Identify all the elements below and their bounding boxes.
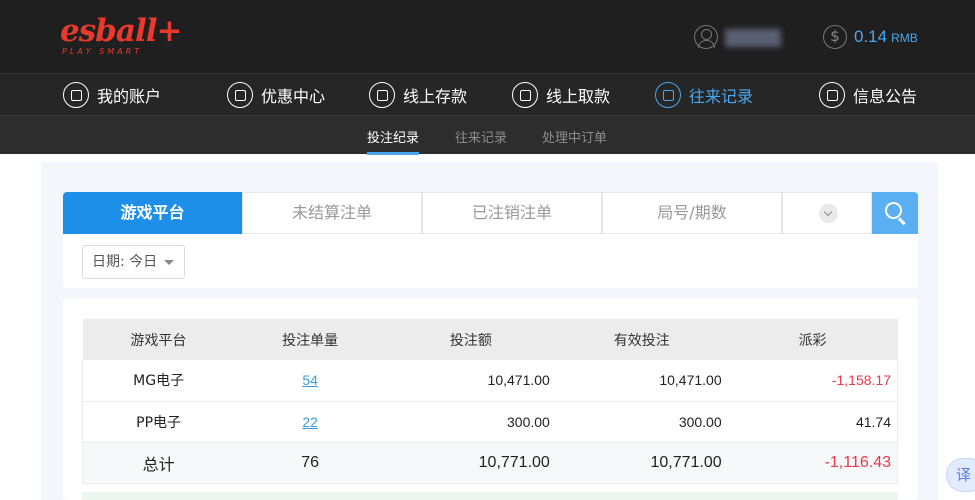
date-filter-select[interactable]: 日期: 今日	[82, 245, 185, 279]
subnav-transactions[interactable]: 往来记录	[455, 127, 507, 146]
count-cell: 54	[234, 360, 386, 401]
gift-icon	[227, 82, 253, 108]
balance-amount: 0.14	[854, 27, 888, 46]
subnav-bet-records[interactable]: 投注纪录	[367, 127, 420, 155]
total-label: 总计	[142, 454, 175, 474]
payout-cell: -1,158.17	[831, 372, 891, 389]
total-count: 76	[301, 453, 320, 471]
nav-label: 线上取款	[546, 87, 611, 106]
nav-my-account[interactable]: 我的账户	[63, 80, 161, 110]
nav-deposit[interactable]: 线上存款	[369, 80, 467, 110]
nav-label: 往来记录	[689, 87, 754, 106]
sub-nav: 投注纪录 往来记录 处理中订单	[0, 115, 975, 155]
nav-promotions[interactable]: 优惠中心	[227, 80, 325, 110]
nav-label: 我的账户	[97, 87, 162, 106]
col-header-payout: 派彩	[798, 332, 827, 349]
col-header-count: 投注单量	[282, 332, 339, 349]
caret-down-icon	[164, 260, 174, 265]
search-button[interactable]	[872, 192, 918, 234]
username-blurred[interactable]	[725, 29, 781, 47]
logo-tagline: PLAY SMART	[62, 47, 143, 56]
logo-text: esball+	[60, 13, 182, 49]
bet-summary-table: 游戏平台 投注单量 投注额 有效投注 派彩 MG电子 54 10,471.00 …	[82, 319, 898, 484]
platform-cell: MG电子	[133, 373, 185, 390]
platform-cell: PP电子	[136, 414, 182, 431]
payout-cell: 41.74	[855, 413, 891, 430]
nav-label: 优惠中心	[261, 87, 326, 106]
main-nav: 我的账户 优惠中心 线上存款 线上取款 往来记录 信息公告	[0, 73, 975, 115]
tab-more-dropdown[interactable]	[782, 192, 872, 234]
esball-logo[interactable]: esball+ PLAY SMART	[60, 14, 182, 60]
col-header-bet: 投注额	[449, 332, 492, 349]
subnav-pending-orders[interactable]: 处理中订单	[542, 127, 607, 146]
withdraw-icon	[512, 82, 538, 108]
account-balance: 0.14 RMB	[854, 27, 918, 47]
translate-button[interactable]: 译	[946, 458, 975, 492]
nav-label: 信息公告	[853, 87, 918, 106]
nav-withdraw[interactable]: 线上取款	[512, 80, 610, 110]
total-payout: -1,116.43	[824, 453, 891, 471]
table-row: PP电子 22 300.00 300.00 41.74	[82, 401, 898, 442]
nav-announcements[interactable]: 信息公告	[819, 80, 917, 110]
dollar-coin-icon: $	[823, 25, 847, 49]
bet-amount-cell: 10,471.00	[487, 372, 550, 389]
table-header-row: 游戏平台 投注单量 投注额 有效投注 派彩	[82, 319, 898, 360]
valid-bet-cell: 10,471.00	[659, 372, 722, 389]
valid-bet-cell: 300.00	[678, 413, 722, 430]
col-header-platform: 游戏平台	[130, 332, 187, 349]
total-valid-bet: 10,771.00	[650, 453, 722, 471]
nav-records[interactable]: 往来记录	[655, 80, 753, 110]
deposit-icon	[369, 82, 395, 108]
tab-cancelled-bets[interactable]: 已注销注单	[422, 192, 602, 234]
tab-game-platform[interactable]: 游戏平台	[63, 192, 242, 234]
col-header-valid-bet: 有效投注	[613, 332, 670, 349]
count-cell: 22	[234, 401, 386, 442]
table-total-row: 总计 76 10,771.00 10,771.00 -1,116.43	[82, 442, 898, 483]
balance-currency: RMB	[891, 31, 918, 45]
summary-strip	[82, 492, 898, 500]
tab-unsettled-bets[interactable]: 未结算注单	[242, 192, 422, 234]
total-bet: 10,771.00	[478, 453, 550, 471]
user-icon	[63, 82, 89, 108]
bell-icon	[819, 82, 845, 108]
nav-label: 线上存款	[403, 87, 468, 106]
bet-amount-cell: 300.00	[507, 413, 550, 430]
top-header: esball+ PLAY SMART $ 0.14 RMB	[0, 0, 975, 73]
table-row: MG电子 54 10,471.00 10,471.00 -1,158.17	[82, 360, 898, 401]
bet-count-link[interactable]: 22	[302, 414, 318, 430]
tab-round-number[interactable]: 局号/期数	[602, 192, 782, 234]
user-avatar-icon[interactable]	[694, 25, 718, 49]
chevron-down-icon	[819, 204, 838, 223]
bet-count-link[interactable]: 54	[302, 372, 318, 388]
records-icon	[655, 82, 681, 108]
date-filter-label: 日期: 今日	[92, 254, 158, 270]
